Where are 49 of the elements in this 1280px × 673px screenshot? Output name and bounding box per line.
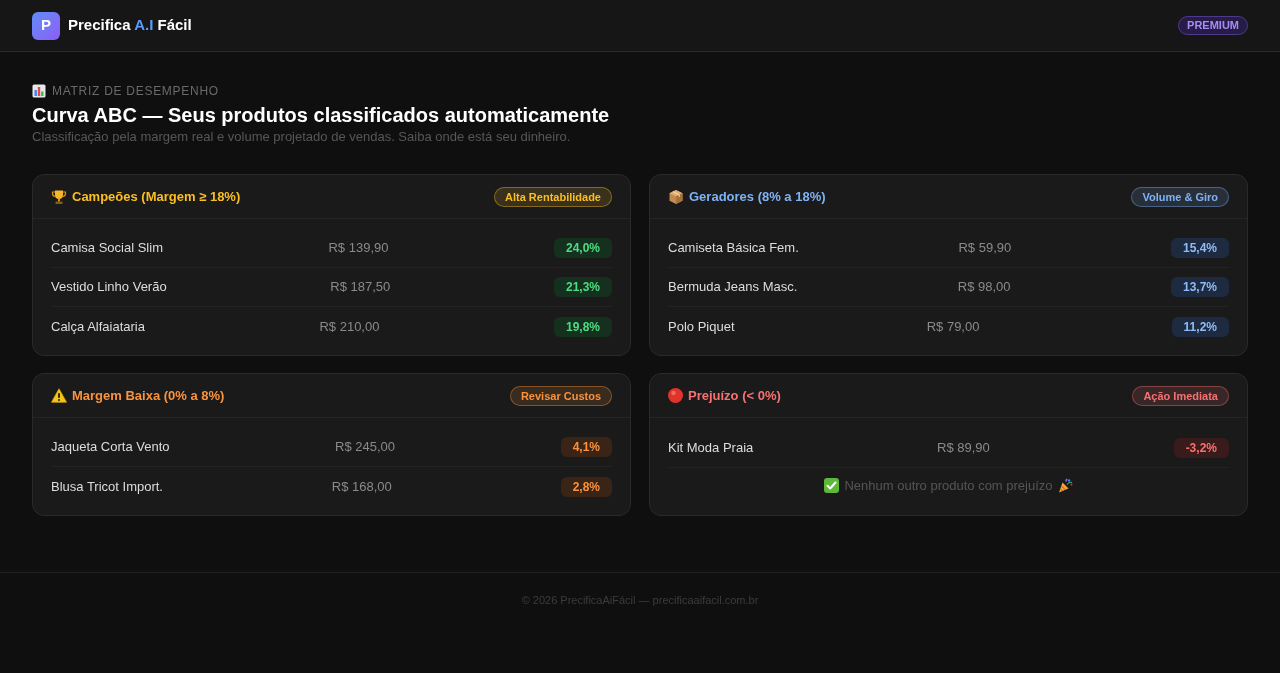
page-subtitle: Classificação pela margem real e volume projetado de vendas. Saiba onde está seu dinheiro. [32, 128, 572, 146]
card-title: Geradores (8% a 18%) [689, 187, 826, 206]
warning-icon [51, 388, 67, 403]
margin-pill: 19,8% [553, 316, 612, 337]
margin-pill: 2,8% [560, 476, 612, 497]
premium-badge: PREMIUM [1178, 16, 1248, 35]
card-title: Prejuízo (< 0%) [688, 386, 781, 405]
product-name: Calça Alfaiataria [51, 317, 145, 336]
page-title: Curva ABC — Seus produtos classificados automaticamente [32, 103, 611, 127]
product-price: R$ 98,00 [957, 278, 1011, 297]
card-title: Margem Baixa (0% a 8%) [72, 386, 225, 405]
product-name: Kit Moda Praia [668, 438, 754, 457]
category-badge: Ação Imediata [1132, 385, 1229, 406]
empty-note: Nenhum outro produto com prejuízo [844, 477, 1053, 495]
card-title: Campeões (Margem ≥ 18%) [72, 187, 241, 206]
box-icon [668, 188, 684, 205]
bar-chart-icon [32, 84, 46, 98]
category-badge: Volume & Giro [1131, 186, 1229, 207]
margin-pill: 21,3% [553, 277, 612, 297]
margin-pill: 4,1% [560, 437, 612, 457]
check-icon [824, 478, 840, 494]
category-badge: Revisar Custos [509, 385, 612, 406]
margin-pill: 13,7% [1170, 277, 1229, 297]
app-logo: P [32, 11, 60, 40]
margin-pill: 24,0% [553, 238, 612, 258]
category-badge: Alta Rentabilidade [494, 186, 612, 207]
margin-pill: -3,2% [1173, 437, 1229, 458]
circle-icon [668, 388, 683, 403]
margin-pill: 15,4% [1170, 238, 1229, 258]
product-price: R$ 79,00 [926, 317, 980, 336]
product-price: R$ 139,90 [328, 239, 389, 258]
product-price: R$ 187,50 [330, 278, 391, 297]
product-price: R$ 168,00 [331, 477, 392, 496]
section-eyebrow: MATRIZ DE DESEMPENHO [52, 83, 219, 100]
product-name: Bermuda Jeans Masc. [668, 278, 798, 297]
product-price: R$ 59,90 [958, 239, 1012, 258]
trophy-icon [51, 188, 67, 205]
product-name: Jaqueta Corta Vento [51, 438, 170, 457]
margin-pill: 11,2% [1171, 316, 1229, 337]
product-price: R$ 89,90 [937, 438, 990, 457]
product-price: R$ 210,00 [319, 317, 380, 336]
product-name: Camiseta Básica Fem. [668, 239, 799, 258]
product-name: Blusa Tricot Import. [51, 477, 163, 496]
brand-name: Precifica A.I Fácil [68, 15, 192, 36]
product-price: R$ 245,00 [335, 438, 396, 457]
product-name: Vestido Linho Verão [51, 278, 167, 297]
product-name: Camisa Social Slim [51, 239, 163, 258]
party-popper-icon [1057, 478, 1073, 494]
product-name: Polo Piquet [668, 317, 735, 336]
